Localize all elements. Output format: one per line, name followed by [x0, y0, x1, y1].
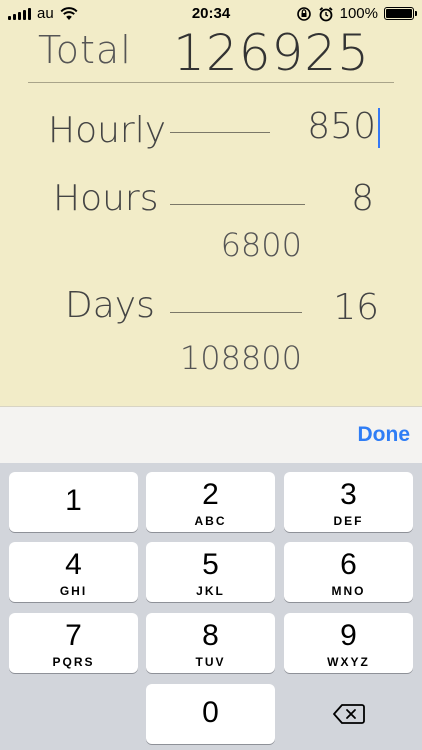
status-right: 100%: [296, 5, 417, 22]
total-divider: [28, 82, 394, 83]
key-letters: WXYZ: [327, 655, 370, 669]
key-letters: MNO: [331, 584, 366, 598]
battery-level-fill: [386, 9, 412, 18]
days-subtotal: 108800: [179, 339, 302, 377]
key-letters: ABC: [194, 514, 227, 528]
days-value: 16: [333, 287, 379, 328]
number-pad: 1 2 ABC 3 DEF 4 GHI 5 JKL 6 MNO 7 PQRS 8…: [0, 463, 422, 750]
key-digit: 4: [65, 548, 82, 581]
hourly-value: 850: [307, 106, 376, 147]
delete-key[interactable]: [284, 684, 413, 744]
key-8[interactable]: 8 TUV: [146, 613, 275, 673]
hours-line: [170, 204, 305, 205]
key-digit: 2: [202, 478, 219, 511]
key-letters: DEF: [333, 514, 364, 528]
hours-value: 8: [351, 178, 374, 219]
hours-label: Hours: [53, 178, 159, 219]
days-field[interactable]: 16: [333, 287, 379, 328]
keyboard-accessory-bar: Done: [0, 406, 422, 464]
key-digit: 0: [202, 696, 219, 729]
alarm-icon: [319, 6, 333, 21]
key-letters: JKL: [196, 584, 225, 598]
key-digit: 1: [65, 484, 82, 517]
orientation-lock-icon: [296, 6, 311, 21]
total-value: 126925: [173, 24, 370, 82]
backspace-icon: [332, 704, 365, 724]
key-4[interactable]: 4 GHI: [9, 542, 138, 602]
key-7[interactable]: 7 PQRS: [9, 613, 138, 673]
hours-subtotal: 6800: [220, 226, 302, 264]
text-cursor: [378, 108, 380, 148]
total-label: Total: [38, 28, 132, 72]
key-9[interactable]: 9 WXYZ: [284, 613, 413, 673]
key-3[interactable]: 3 DEF: [284, 472, 413, 532]
hourly-label: Hourly: [48, 110, 167, 151]
key-1[interactable]: 1: [9, 472, 138, 532]
key-letters: TUV: [195, 655, 226, 669]
key-6[interactable]: 6 MNO: [284, 542, 413, 602]
key-digit: 5: [202, 548, 219, 581]
key-2[interactable]: 2 ABC: [146, 472, 275, 532]
hours-field[interactable]: 8: [351, 178, 374, 219]
done-button[interactable]: Done: [358, 423, 411, 447]
key-digit: 8: [202, 619, 219, 652]
key-digit: 3: [340, 478, 357, 511]
days-label: Days: [65, 285, 155, 326]
key-letters: GHI: [59, 584, 88, 598]
key-0[interactable]: 0: [146, 684, 275, 744]
key-digit: 7: [65, 619, 82, 652]
hourly-field[interactable]: 850: [307, 106, 380, 148]
key-5[interactable]: 5 JKL: [146, 542, 275, 602]
hourly-line: [170, 132, 270, 133]
battery-percent: 100%: [339, 5, 378, 22]
key-digit: 9: [340, 619, 357, 652]
key-digit: 6: [340, 548, 357, 581]
battery-icon: [384, 7, 417, 20]
days-line: [170, 312, 302, 313]
key-letters: PQRS: [52, 655, 95, 669]
